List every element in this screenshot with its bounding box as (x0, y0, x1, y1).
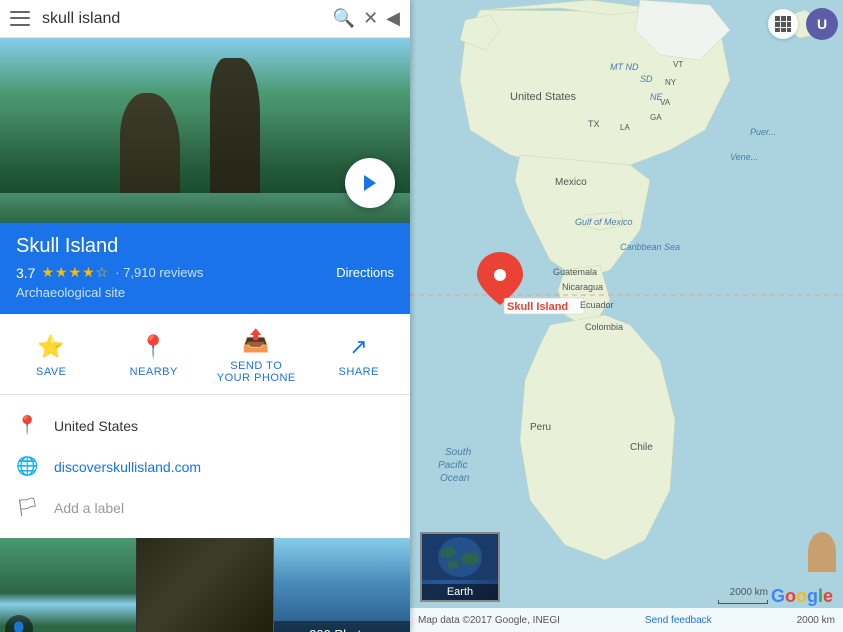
rating-number: 3.7 (16, 265, 35, 281)
map-attribution: Map data ©2017 Google, INEGI (418, 615, 560, 626)
svg-text:Skull Island: Skull Island (507, 301, 568, 313)
nearby-label: NEARBY (130, 366, 178, 378)
svg-text:TX: TX (588, 119, 600, 129)
left-panel: 🔍 ✕ ◀ Skull Island 3.7 ★★★★☆ · 7,910 rev… (0, 0, 410, 632)
svg-text:Nicaragua: Nicaragua (562, 282, 603, 292)
svg-text:LA: LA (620, 123, 630, 132)
svg-text:Gulf of Mexico: Gulf of Mexico (575, 217, 633, 227)
map-top-controls: U (768, 8, 838, 40)
search-bar: 🔍 ✕ ◀ (0, 0, 410, 38)
scale-bar: 2000 km (718, 587, 768, 604)
apps-button[interactable] (768, 9, 798, 39)
svg-text:GA: GA (650, 113, 662, 122)
rock-formation-2 (210, 58, 260, 198)
svg-text:VT: VT (673, 60, 683, 69)
country-text: United States (54, 418, 138, 434)
svg-text:Mexico: Mexico (555, 177, 587, 188)
nearby-icon: 📍 (140, 334, 168, 360)
collapse-panel-icon[interactable]: ◀ (386, 8, 400, 29)
svg-text:United States: United States (510, 91, 577, 103)
star-icons: ★★★★☆ (41, 264, 109, 281)
reviews-count: · 7,910 reviews (115, 265, 203, 280)
rock-formation-1 (120, 93, 180, 203)
account-button[interactable]: U (806, 8, 838, 40)
svg-text:Ecuador: Ecuador (580, 300, 614, 310)
map-panel[interactable]: United States Mexico Gulf of Mexico Cari… (410, 0, 843, 632)
search-icon[interactable]: 🔍 (333, 8, 355, 29)
add-label-text[interactable]: Add a label (54, 500, 124, 516)
share-label: SHARE (339, 366, 379, 378)
water (0, 193, 410, 223)
photos-strip[interactable]: 👤 200 Photos (0, 538, 410, 632)
svg-text:VA: VA (660, 98, 671, 107)
earth-label: Earth (422, 584, 498, 600)
label-row[interactable]: 🏳 Add a label (0, 487, 410, 528)
country-row: 📍 United States (0, 405, 410, 446)
hero-image (0, 38, 410, 223)
send-to-phone-label: SEND TO YOUR PHONE (216, 360, 296, 384)
flag-icon: 🏳 (16, 497, 38, 518)
svg-text:Puer...: Puer... (750, 127, 776, 137)
photo-3[interactable]: 200 Photos (273, 538, 410, 632)
scale-text: 2000 km (797, 615, 835, 626)
directions-link[interactable]: Directions (336, 265, 394, 280)
website-link[interactable]: discoverskullisland.com (54, 459, 201, 475)
earth-thumbnail-svg (422, 534, 498, 580)
place-type: Archaeological site (16, 285, 394, 300)
svg-text:NY: NY (665, 78, 677, 87)
globe-icon: 🌐 (16, 456, 38, 477)
send-to-phone-action[interactable]: 📤 SEND TO YOUR PHONE (216, 328, 296, 384)
share-icon: ↗ (349, 334, 368, 360)
location-pin-icon: 📍 (16, 415, 38, 436)
search-input[interactable] (42, 10, 325, 28)
share-action[interactable]: ↗ SHARE (319, 334, 399, 378)
svg-text:Pacific: Pacific (438, 460, 467, 471)
photo-count-overlay[interactable]: 200 Photos (274, 621, 410, 632)
directions-arrow-icon (364, 175, 376, 191)
directions-fab[interactable] (345, 158, 395, 208)
website-row[interactable]: 🌐 discoverskullisland.com (0, 446, 410, 487)
svg-text:SD: SD (640, 74, 653, 84)
map-bottom-bar: Map data ©2017 Google, INEGI Send feedba… (410, 608, 843, 632)
menu-button[interactable] (10, 9, 30, 29)
svg-text:Chile: Chile (630, 442, 653, 453)
scale-label: 2000 km (730, 587, 768, 598)
svg-text:Guatemala: Guatemala (553, 267, 597, 277)
map-container[interactable]: United States Mexico Gulf of Mexico Cari… (410, 0, 843, 632)
place-info-section: Skull Island 3.7 ★★★★☆ · 7,910 reviews D… (0, 223, 410, 314)
svg-text:Peru: Peru (530, 422, 551, 433)
svg-text:Vene...: Vene... (730, 152, 758, 162)
scale-km: 2000 km (797, 615, 835, 626)
save-label: SAVE (36, 366, 67, 378)
action-buttons: ⭐ SAVE 📍 NEARBY 📤 SEND TO YOUR PHONE ↗ S… (0, 314, 410, 395)
place-name: Skull Island (16, 235, 394, 258)
svg-text:Colombia: Colombia (585, 322, 623, 332)
save-action[interactable]: ⭐ SAVE (11, 334, 91, 378)
send-to-phone-icon: 📤 (242, 328, 270, 354)
svg-text:Ocean: Ocean (440, 473, 470, 484)
details-section: 📍 United States 🌐 discoverskullisland.co… (0, 395, 410, 538)
nearby-action[interactable]: 📍 NEARBY (114, 334, 194, 378)
photo-1[interactable]: 👤 (0, 538, 136, 632)
svg-text:MT ND: MT ND (610, 62, 639, 72)
send-feedback-link[interactable]: Send feedback (645, 615, 712, 626)
apps-icon (774, 15, 792, 33)
google-logo: Google (771, 586, 833, 607)
clear-icon[interactable]: ✕ (363, 8, 378, 29)
svg-text:South: South (445, 447, 472, 458)
save-icon: ⭐ (37, 334, 65, 360)
photo-2[interactable] (136, 538, 273, 632)
svg-text:Caribbean Sea: Caribbean Sea (620, 242, 680, 252)
pegman[interactable] (808, 532, 836, 572)
scale-line (718, 600, 768, 604)
street-view-icon[interactable]: 👤 (5, 615, 33, 632)
earth-thumbnail[interactable]: Earth (420, 532, 500, 602)
